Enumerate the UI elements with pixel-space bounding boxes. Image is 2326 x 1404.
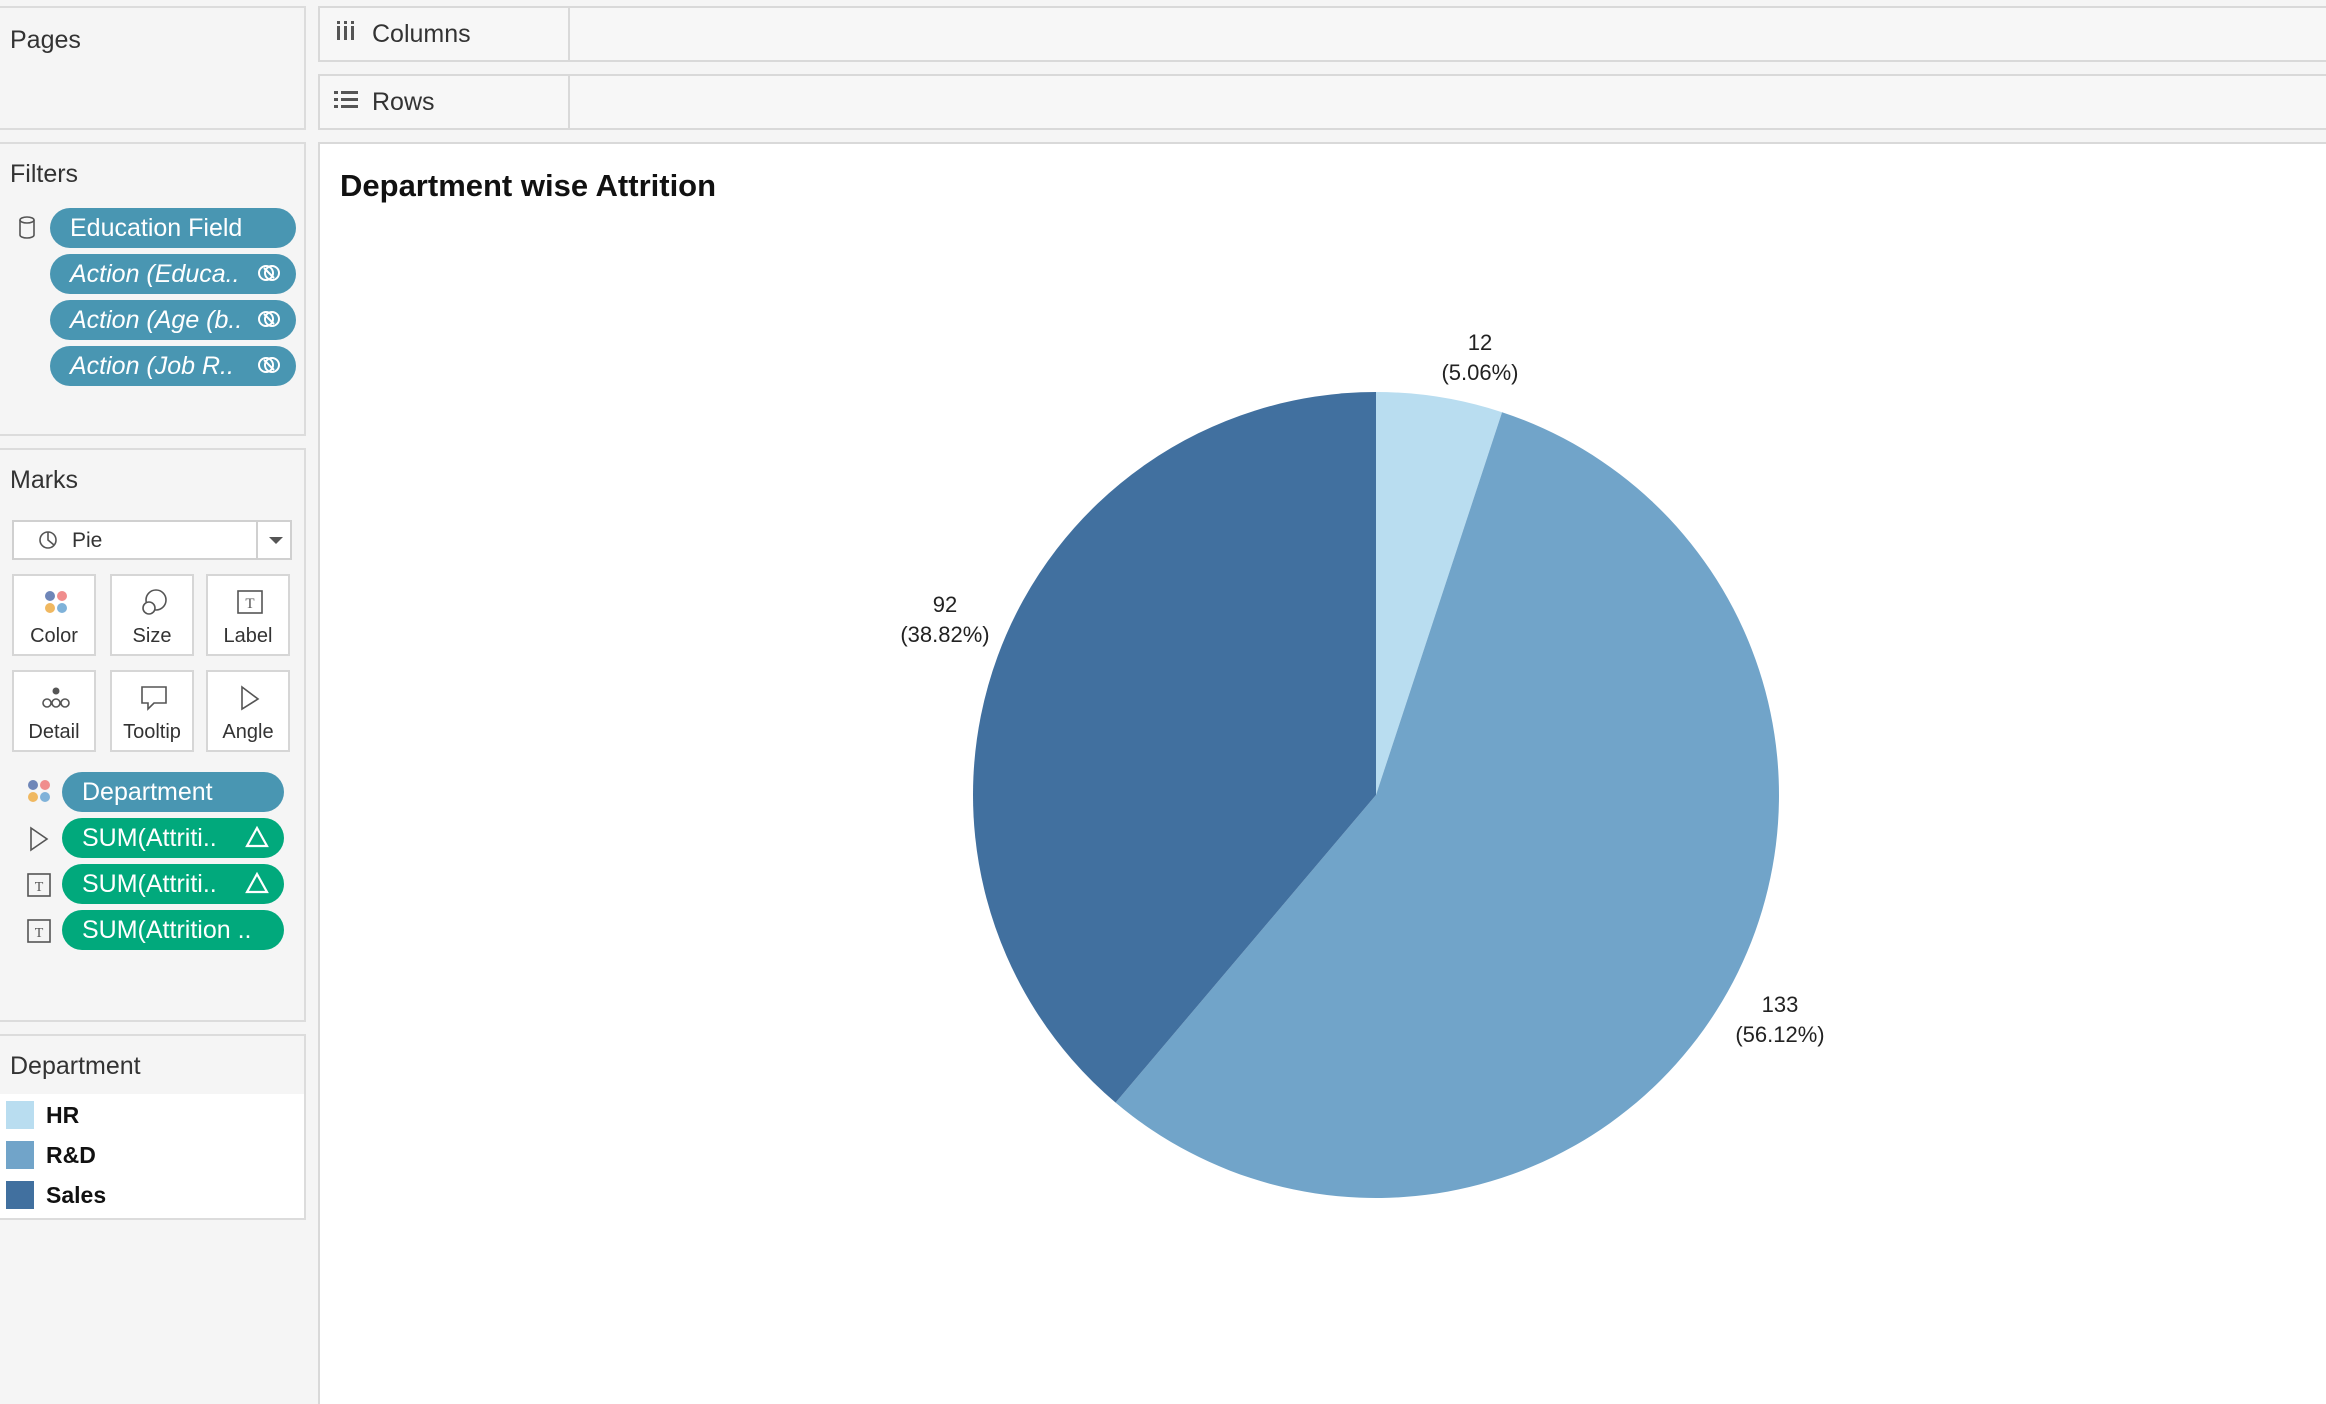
pie-label-percent: (56.12%) (1735, 1022, 1824, 1047)
pie-label-value: 12 (1468, 330, 1492, 355)
pie-label-percent: (38.82%) (900, 622, 989, 647)
pie-label-value: 92 (933, 592, 957, 617)
pie-label-value: 133 (1762, 992, 1799, 1017)
pie-label-percent: (5.06%) (1441, 360, 1518, 385)
pie-chart[interactable]: 12 (5.06%) 133 (56.12%) 92 (38.82%) (0, 0, 2326, 1382)
